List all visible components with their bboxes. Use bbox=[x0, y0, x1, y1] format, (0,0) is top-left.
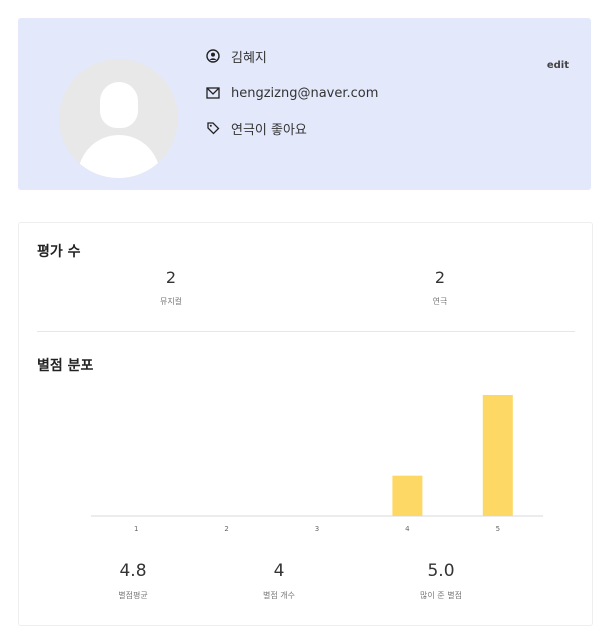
summary-average: 4.8 별점평균 bbox=[73, 561, 193, 601]
count-label: 뮤지컬 bbox=[159, 297, 183, 306]
rating-distribution-chart: 1 2 3 4 5 bbox=[91, 395, 543, 533]
profile-name: 김혜지 bbox=[231, 50, 267, 66]
count-value: 2 bbox=[165, 268, 177, 287]
summary-label: 많이 준 별점 bbox=[420, 591, 462, 600]
bar-4 bbox=[392, 475, 423, 516]
summary-count: 4 별점 개수 bbox=[219, 561, 339, 601]
count-play: 2 연극 bbox=[380, 268, 500, 307]
user-circle-icon bbox=[205, 48, 221, 64]
profile-email: hengzizng@naver.com bbox=[231, 85, 379, 101]
summary-label: 별점평균 bbox=[118, 591, 148, 600]
summary-label: 별점 개수 bbox=[263, 591, 295, 600]
summary-value: 5.0 bbox=[427, 561, 455, 581]
profile-card: 김혜지 hengzizng@naver.com 연극이 좋아요 edit bbox=[18, 18, 591, 190]
summary-value: 4 bbox=[273, 561, 285, 581]
count-musical: 2 뮤지컬 bbox=[111, 268, 231, 307]
tick-label-5: 5 bbox=[496, 525, 500, 533]
tick-label-3: 3 bbox=[315, 525, 319, 533]
count-value: 2 bbox=[434, 268, 446, 287]
avatar-body bbox=[78, 135, 160, 178]
envelope-icon bbox=[205, 85, 221, 101]
tag-icon bbox=[205, 120, 221, 136]
name-row: 김혜지 bbox=[205, 46, 267, 66]
tick-label-4: 4 bbox=[405, 525, 410, 533]
tick-label-1: 1 bbox=[134, 525, 138, 533]
edit-button[interactable]: edit bbox=[547, 60, 569, 71]
tagline-row: 연극이 좋아요 bbox=[205, 118, 307, 138]
count-label: 연극 bbox=[432, 297, 448, 306]
email-row: hengzizng@naver.com bbox=[205, 83, 378, 103]
bar-5 bbox=[482, 395, 513, 516]
rating-count-title: 평가 수 bbox=[37, 244, 81, 260]
profile-tagline: 연극이 좋아요 bbox=[231, 122, 307, 138]
avatar-head bbox=[100, 82, 138, 128]
summary-most-given: 5.0 많이 준 별점 bbox=[381, 561, 501, 601]
rating-distribution-title: 별점 분포 bbox=[37, 358, 94, 374]
summary-value: 4.8 bbox=[119, 561, 147, 581]
avatar bbox=[59, 59, 178, 178]
tick-label-2: 2 bbox=[224, 525, 228, 533]
divider bbox=[37, 331, 575, 332]
stats-card: 평가 수 2 뮤지컬 2 연극 별점 분포 1 2 3 4 5 4.8 별점평균 4 별… bbox=[18, 222, 593, 626]
